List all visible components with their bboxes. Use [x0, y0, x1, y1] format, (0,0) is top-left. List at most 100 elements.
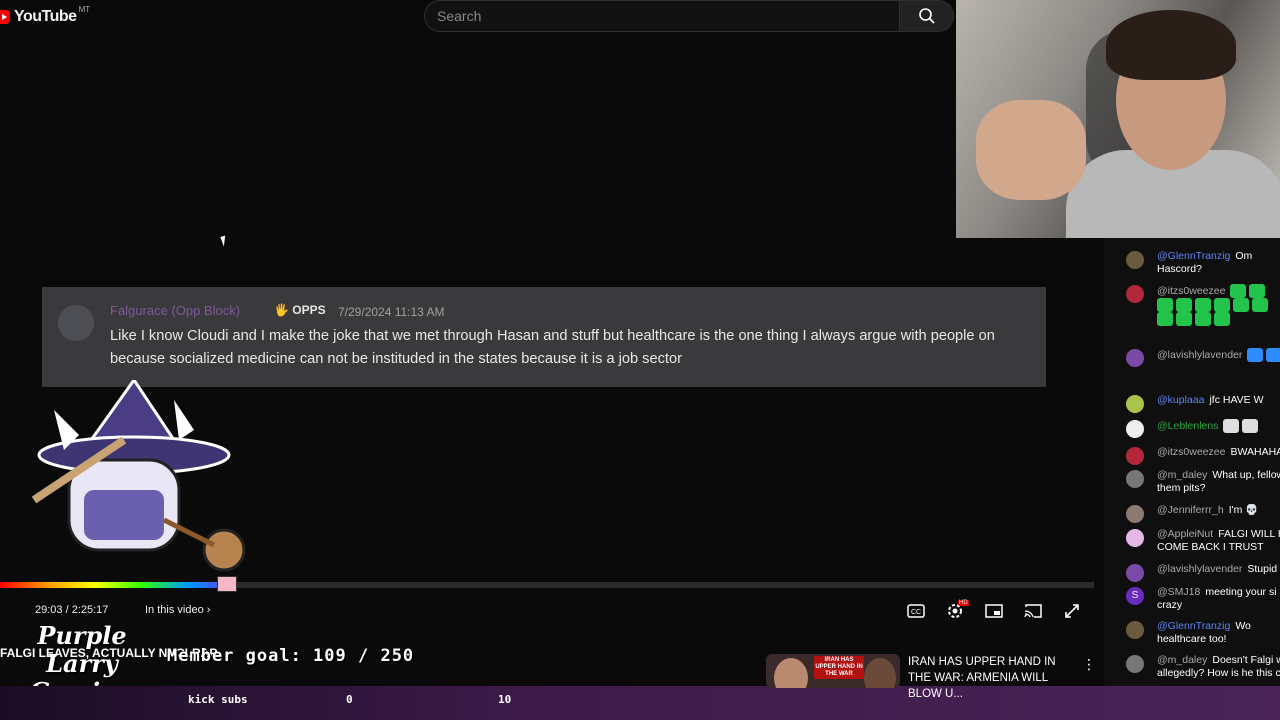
chat-emote — [1176, 312, 1192, 326]
role-tag-label: OPPS — [292, 303, 326, 317]
message-avatar — [58, 305, 94, 341]
chat-line: @m_daley Doesn't Falgi w — [1157, 654, 1280, 667]
chat-emote — [1233, 298, 1249, 312]
youtube-play-icon — [0, 10, 10, 24]
youtube-logo[interactable]: YouTube MT — [0, 4, 91, 28]
youtube-wordmark: YouTube — [14, 8, 77, 25]
chat-avatar[interactable] — [1126, 285, 1144, 303]
time-display: 29:03 / 2:25:17 — [35, 604, 109, 616]
search-box[interactable] — [424, 0, 900, 32]
chat-username[interactable]: @m_daley — [1157, 469, 1207, 481]
live-chat[interactable]: @GlennTranzig Om Hascord? @itzs0weezee @lavi… — [1104, 238, 1280, 686]
chat-line: @m_daley What up, fellow — [1157, 469, 1280, 482]
chat-text: FALGI WILL H — [1218, 528, 1280, 540]
chat-avatar[interactable] — [1126, 621, 1144, 639]
wizard-cat-sprite — [31, 380, 246, 572]
chat-emote — [1195, 312, 1211, 326]
chat-username[interactable]: @Leblenlens — [1157, 420, 1218, 432]
chat-avatar[interactable] — [1126, 251, 1144, 269]
search-button[interactable] — [900, 0, 954, 32]
chat-text: I'm 💀 — [1228, 504, 1259, 516]
chat-text: meeting your si — [1205, 586, 1277, 598]
chat-text-continued: allegedly? How is he this c — [1157, 667, 1280, 679]
chat-avatar[interactable] — [1126, 655, 1144, 673]
captions-button[interactable]: CC — [905, 600, 927, 622]
settings-button[interactable]: HD — [944, 600, 969, 622]
search-input[interactable] — [425, 1, 889, 31]
player-controls: 29:03 / 2:25:17 In this video › CC HD — [0, 598, 1094, 624]
chat-emote — [1249, 284, 1266, 298]
thumbnail-caption: IRAN HAS UPPER HAND IN THE WAR — [814, 656, 864, 679]
chat-username[interactable]: @GlennTranzig — [1157, 250, 1230, 262]
chapter-label: In this video — [145, 604, 204, 616]
chat-text-continued: COME BACK I TRUST — [1157, 541, 1264, 553]
video-title[interactable]: IRAN HAS UPPER HAND IN THE WAR: ARMENIA … — [908, 654, 1078, 702]
chat-text: Wo — [1235, 620, 1251, 632]
chat-emote — [1223, 419, 1240, 433]
message-timestamp: 7/29/2024 11:13 AM — [338, 305, 445, 319]
chat-username[interactable]: @itzs0weezee — [1157, 446, 1225, 458]
webcam-hair — [1106, 10, 1236, 80]
chat-emote — [1242, 419, 1259, 433]
cast-icon — [1024, 604, 1042, 618]
kick-subs-current: 0 — [346, 693, 353, 706]
region-code: MT — [78, 4, 91, 14]
chat-username[interactable]: @m_daley — [1157, 654, 1207, 666]
fullscreen-button[interactable] — [1061, 600, 1083, 622]
video-progress-bar[interactable] — [0, 582, 1094, 588]
chat-avatar[interactable] — [1126, 529, 1144, 547]
chat-username[interactable]: @SMJ18 — [1157, 586, 1200, 598]
video-thumbnail[interactable]: IRAN HAS UPPER HAND IN THE WAR — [766, 654, 900, 688]
chat-text: BWAHAHA — [1230, 446, 1280, 458]
chat-avatar[interactable] — [1126, 564, 1144, 582]
thumbnail-person-1 — [774, 658, 808, 688]
chat-text: What up, fellow — [1212, 469, 1280, 481]
more-vert-icon[interactable]: ⋮ — [1082, 656, 1096, 673]
chat-avatar[interactable] — [1126, 470, 1144, 488]
chat-line: @GlennTranzig Wo — [1157, 620, 1280, 633]
chat-avatar[interactable] — [1126, 395, 1144, 413]
chat-username[interactable]: @lavishlylavender — [1157, 349, 1242, 361]
chat-emote — [1157, 312, 1173, 326]
role-tag: 🖐 OPPS — [274, 303, 326, 317]
chat-emote — [1252, 298, 1268, 312]
chat-emote — [1214, 312, 1230, 326]
kick-subs-label: kick subs — [188, 693, 248, 706]
fullscreen-exit-icon — [1065, 604, 1079, 618]
cast-button[interactable] — [1022, 600, 1044, 622]
chat-avatar[interactable] — [1126, 505, 1144, 523]
recommended-video-card[interactable]: IRAN HAS UPPER HAND IN THE WAR IRAN HAS … — [766, 654, 1096, 700]
chat-username[interactable]: @itzs0weezee — [1157, 285, 1225, 297]
chat-text-continued: crazy — [1157, 599, 1183, 611]
svg-text:CC: CC — [911, 609, 921, 616]
chat-line: @lavishlylavender Stupid — [1157, 563, 1280, 576]
chat-avatar[interactable]: S — [1126, 587, 1144, 605]
chat-emote-row — [1157, 298, 1280, 326]
chat-avatar[interactable] — [1126, 420, 1144, 438]
chat-emote — [1214, 298, 1230, 312]
chat-username[interactable]: @GlennTranzig — [1157, 620, 1230, 632]
thumbnail-person-2 — [864, 658, 896, 688]
chat-username[interactable]: @kuplaaa — [1157, 394, 1204, 406]
chat-emote — [1247, 348, 1264, 362]
chat-avatar[interactable] — [1126, 447, 1144, 465]
chapter-button[interactable]: In this video › — [145, 604, 210, 616]
chat-avatar[interactable] — [1126, 349, 1144, 367]
chat-emote — [1176, 298, 1192, 312]
chat-text-continued: Hascord? — [1157, 263, 1202, 275]
chat-line: @GlennTranzig Om — [1157, 250, 1280, 263]
kick-subs-target: 10 — [498, 693, 512, 706]
miniplayer-button[interactable] — [983, 600, 1005, 622]
chat-username[interactable]: @AppleiNut — [1157, 528, 1213, 540]
miniplayer-icon — [985, 604, 1003, 618]
chat-username[interactable]: @Jenniferrr_h — [1157, 504, 1224, 516]
chat-emote — [1266, 348, 1280, 362]
chat-line: @itzs0weezee BWAHAHA — [1157, 446, 1280, 459]
chat-text: Doesn't Falgi w — [1212, 654, 1280, 666]
chat-text: Om — [1235, 250, 1253, 262]
nyan-cat-scrubber-icon[interactable] — [217, 576, 238, 592]
chat-text-continued: healthcare too! — [1157, 633, 1227, 645]
chat-username[interactable]: @lavishlylavender — [1157, 563, 1242, 575]
chat-line: @lavishlylavender — [1157, 348, 1280, 362]
chat-emote — [1230, 284, 1247, 298]
